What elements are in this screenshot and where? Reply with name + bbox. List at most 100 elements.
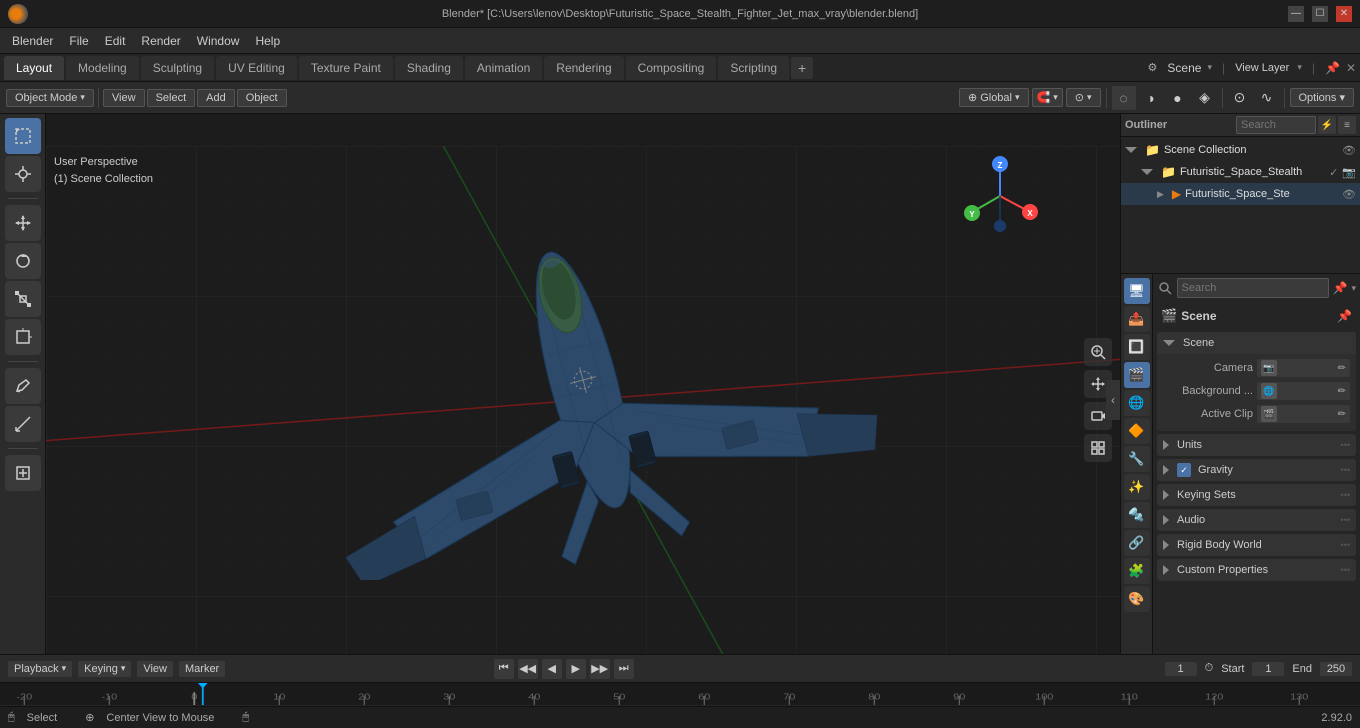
prop-tab-material[interactable]: 🎨: [1124, 586, 1150, 612]
props-filter-icon[interactable]: [1157, 280, 1173, 296]
rotate-tool[interactable]: [5, 243, 41, 279]
gravity-section-header[interactable]: ✓ Gravity •••: [1157, 459, 1356, 481]
add-primitive[interactable]: [5, 455, 41, 491]
menu-window[interactable]: Window: [189, 28, 248, 54]
jump-end-button[interactable]: ⏭: [614, 659, 634, 679]
add-workspace-button[interactable]: +: [791, 57, 813, 79]
background-value[interactable]: 🌐 ✏: [1257, 382, 1350, 400]
gizmo-button[interactable]: ∿: [1255, 86, 1279, 110]
prop-tab-object[interactable]: 🔶: [1124, 418, 1150, 444]
tab-shading[interactable]: Shading: [395, 56, 463, 80]
scale-tool[interactable]: [5, 281, 41, 317]
measure-tool[interactable]: [5, 406, 41, 442]
navigation-gizmo[interactable]: Z X Y: [960, 156, 1040, 236]
menu-help[interactable]: Help: [247, 28, 288, 54]
prop-tab-view-layer[interactable]: 🔳: [1124, 334, 1150, 360]
menu-file[interactable]: File: [61, 28, 96, 54]
tab-layout[interactable]: Layout: [4, 56, 64, 80]
header-close[interactable]: ✕: [1346, 61, 1356, 75]
prop-tab-constraints[interactable]: 🔗: [1124, 530, 1150, 556]
prop-tab-modifiers[interactable]: 🔧: [1124, 446, 1150, 472]
camera-value[interactable]: 📷 ✏: [1257, 359, 1350, 377]
zoom-button[interactable]: [1084, 338, 1112, 366]
viewport-3d[interactable]: User Perspective (1) Scene Collection Z …: [46, 114, 1120, 654]
outliner-filter-button[interactable]: ⚡: [1318, 116, 1336, 134]
prop-tab-data[interactable]: 🧩: [1124, 558, 1150, 584]
cursor-tool[interactable]: [5, 156, 41, 192]
scene-collection-row[interactable]: 📁 Scene Collection 👁: [1121, 139, 1360, 161]
properties-pin-btn[interactable]: 📌: [1337, 309, 1352, 323]
tab-sculpting[interactable]: Sculpting: [141, 56, 214, 80]
units-section-header[interactable]: Units •••: [1157, 434, 1356, 456]
tab-uv-editing[interactable]: UV Editing: [216, 56, 297, 80]
menu-render[interactable]: Render: [133, 28, 188, 54]
start-frame-field[interactable]: 1: [1252, 662, 1284, 676]
transform-tool[interactable]: [5, 319, 41, 355]
restrict-view-icon[interactable]: ✓: [1329, 166, 1338, 179]
transform-selector[interactable]: ⊕ Global ▾: [959, 88, 1029, 107]
options-button[interactable]: Options ▾: [1290, 88, 1355, 107]
step-forward-button[interactable]: ▶▶: [590, 659, 610, 679]
jump-start-button[interactable]: ⏮: [494, 659, 514, 679]
close-button[interactable]: ✕: [1336, 6, 1352, 22]
audio-section-header[interactable]: Audio •••: [1157, 509, 1356, 531]
snap-toggle[interactable]: 🧲 ▾: [1032, 88, 1063, 107]
prev-keyframe-button[interactable]: ◀◀: [518, 659, 538, 679]
prop-tab-output[interactable]: 📤: [1124, 306, 1150, 332]
current-frame-field[interactable]: 1: [1165, 662, 1197, 676]
tab-compositing[interactable]: Compositing: [626, 56, 717, 80]
timeline-view-menu[interactable]: View: [137, 661, 173, 677]
move-tool[interactable]: [5, 205, 41, 241]
prop-tab-scene[interactable]: 🎬: [1124, 362, 1150, 388]
object-view-icon[interactable]: 👁: [1342, 188, 1356, 201]
menu-blender[interactable]: Blender: [4, 28, 61, 54]
engine-selector[interactable]: ⚙: [1148, 61, 1158, 74]
shading-rendered[interactable]: ◈: [1193, 86, 1217, 110]
tab-animation[interactable]: Animation: [465, 56, 542, 80]
timeline-ruler[interactable]: -20 -10 0 10 20 30 40 50 60 70: [0, 683, 1360, 705]
properties-pin-icon[interactable]: 📌: [1333, 281, 1348, 295]
mode-selector[interactable]: Object Mode ▾: [6, 89, 94, 107]
futuristic-collection-row[interactable]: 📁 Futuristic_Space_Stealth ✓ 📷: [1121, 161, 1360, 183]
minimize-button[interactable]: —: [1288, 6, 1304, 22]
restrict-render-icon[interactable]: 📷: [1342, 166, 1356, 179]
tab-texture-paint[interactable]: Texture Paint: [299, 56, 393, 80]
collection-expand[interactable]: [1125, 147, 1137, 153]
camera-edit-icon[interactable]: ✏: [1338, 363, 1346, 374]
blender-logo-icon[interactable]: [8, 4, 28, 24]
shading-solid[interactable]: ◑: [1139, 86, 1163, 110]
rigid-body-world-header[interactable]: Rigid Body World •••: [1157, 534, 1356, 556]
select-tool[interactable]: [5, 118, 41, 154]
shading-material[interactable]: ●: [1166, 86, 1190, 110]
menu-edit[interactable]: Edit: [97, 28, 134, 54]
properties-view-dropdown[interactable]: ▾: [1351, 283, 1356, 294]
tab-rendering[interactable]: Rendering: [544, 56, 623, 80]
overlays-button[interactable]: ⊙: [1228, 86, 1252, 110]
active-clip-value[interactable]: 🎬 ✏: [1257, 405, 1350, 423]
background-edit-icon[interactable]: ✏: [1338, 386, 1346, 397]
select-menu[interactable]: Select: [147, 89, 196, 107]
marker-menu[interactable]: Marker: [179, 661, 225, 677]
maximize-button[interactable]: ☐: [1312, 6, 1328, 22]
sub-collection-expand[interactable]: [1141, 169, 1153, 175]
scene-section-header[interactable]: Scene: [1157, 332, 1356, 354]
outliner-search-input[interactable]: [1236, 116, 1316, 134]
prop-tab-render[interactable]: 🖥: [1124, 278, 1150, 304]
add-menu[interactable]: Add: [197, 89, 235, 107]
keying-menu[interactable]: Keying ▾: [78, 661, 131, 677]
step-back-button[interactable]: ◀: [542, 659, 562, 679]
sidebar-toggle[interactable]: ‹: [1106, 380, 1120, 420]
play-pause-button[interactable]: ▶: [566, 659, 586, 679]
view-menu[interactable]: View: [103, 89, 145, 107]
active-clip-edit-icon[interactable]: ✏: [1338, 409, 1346, 420]
object-menu[interactable]: Object: [237, 89, 287, 107]
mesh-object-row[interactable]: ▶ ▶ Futuristic_Space_Ste 👁: [1121, 183, 1360, 205]
header-pin[interactable]: 📌: [1325, 61, 1340, 75]
annotate-tool[interactable]: [5, 368, 41, 404]
visibility-icon[interactable]: 👁: [1342, 144, 1356, 157]
custom-properties-header[interactable]: Custom Properties •••: [1157, 559, 1356, 581]
proportional-toggle[interactable]: ⊙ ▾: [1066, 88, 1101, 107]
grid-toggle-button[interactable]: [1084, 434, 1112, 462]
properties-search-input[interactable]: [1177, 278, 1329, 298]
outliner-options-button[interactable]: ≡: [1338, 116, 1356, 134]
